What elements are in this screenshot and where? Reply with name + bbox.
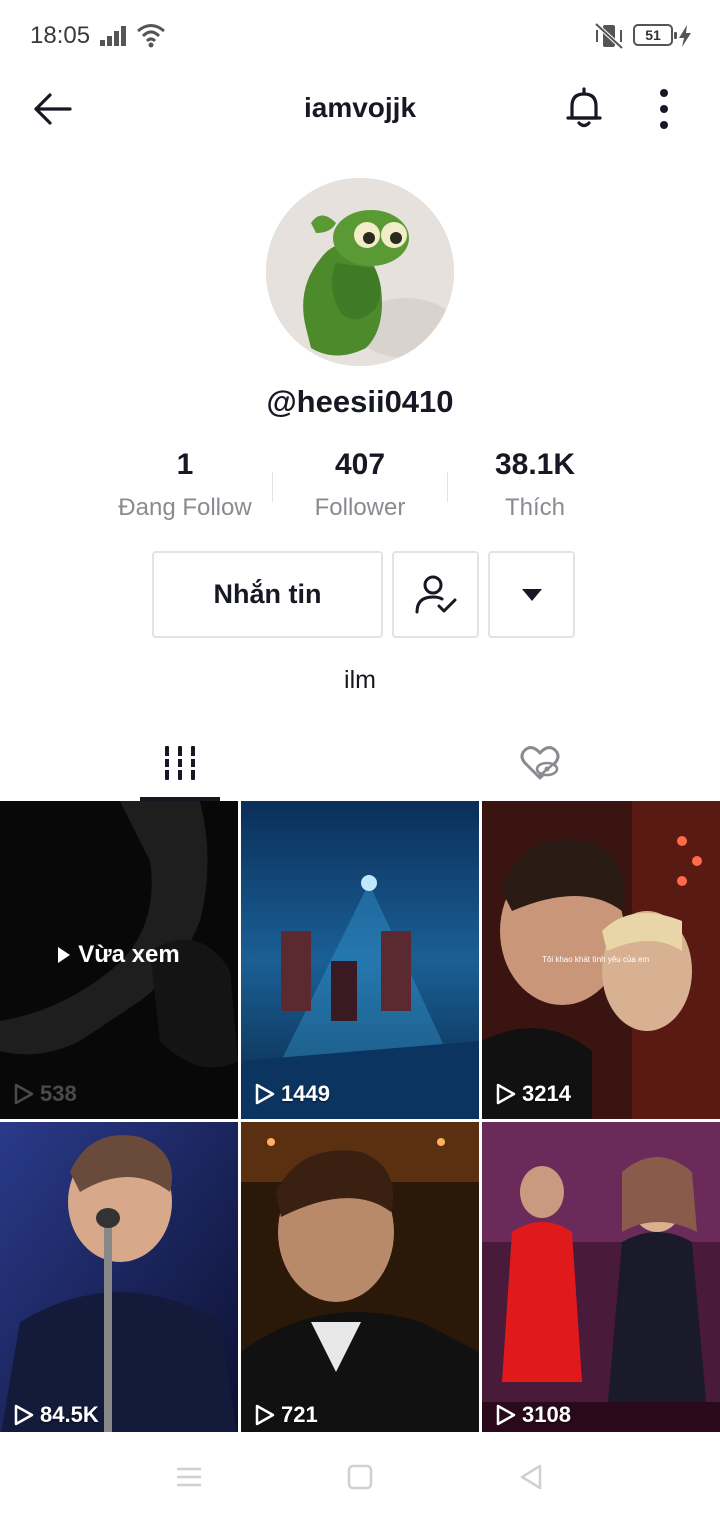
stat-label: Follower bbox=[314, 494, 406, 521]
message-button[interactable]: Nhắn tin bbox=[152, 551, 383, 638]
profile-username: @heesii0410 bbox=[266, 384, 454, 419]
view-count-value: 1449 bbox=[281, 1081, 330, 1106]
video-thumbnail bbox=[0, 1122, 238, 1440]
view-count: 3108 bbox=[496, 1402, 571, 1428]
top-header: iamvojjk bbox=[0, 72, 720, 144]
view-count: 1449 bbox=[255, 1081, 330, 1107]
view-count-value: 84.5K bbox=[40, 1402, 99, 1427]
vibrate-off-icon bbox=[594, 22, 624, 50]
suggested-accounts-dropdown[interactable] bbox=[488, 551, 575, 638]
avatar-image bbox=[266, 178, 454, 366]
system-nav-bar bbox=[0, 1432, 720, 1520]
view-count-value: 3214 bbox=[522, 1081, 571, 1106]
status-time: 18:05 bbox=[30, 22, 91, 49]
recently-watched-badge: Vừa xem bbox=[0, 941, 238, 969]
video-thumbnail bbox=[241, 1122, 479, 1440]
video-caption: Tôi khao khát tình yêu của em bbox=[542, 955, 650, 964]
video-tile[interactable]: Tôi khao khát tình yêu của em 3214 bbox=[482, 801, 720, 1119]
stat-value: 1 bbox=[176, 448, 194, 481]
view-count: 84.5K bbox=[14, 1402, 99, 1428]
view-count: 721 bbox=[255, 1402, 318, 1428]
play-outline-icon bbox=[14, 1083, 34, 1105]
more-options-icon[interactable] bbox=[646, 86, 682, 132]
profile-bio: ilm bbox=[344, 666, 376, 694]
header-title: iamvojjk bbox=[303, 92, 417, 123]
view-count-value: 721 bbox=[281, 1402, 318, 1427]
stat-value: 407 bbox=[334, 448, 386, 481]
view-count-value: 538 bbox=[40, 1081, 77, 1106]
recently-watched-label: Vừa xem bbox=[78, 941, 180, 968]
signal-icon bbox=[100, 26, 126, 46]
stat-label: Đang Follow bbox=[118, 494, 252, 521]
video-tile[interactable]: 721 bbox=[241, 1122, 479, 1440]
home-square-icon[interactable] bbox=[345, 1462, 375, 1492]
user-check-icon bbox=[415, 575, 456, 613]
view-count-value: 3108 bbox=[522, 1402, 571, 1427]
video-thumbnail bbox=[241, 801, 479, 1119]
play-outline-icon bbox=[496, 1083, 516, 1105]
stat-followers[interactable]: 407 Follower bbox=[270, 448, 450, 522]
wifi-icon bbox=[137, 24, 165, 48]
following-status-button[interactable] bbox=[392, 551, 479, 638]
tab-liked-videos[interactable] bbox=[360, 726, 720, 800]
play-outline-icon bbox=[255, 1083, 275, 1105]
play-outline-icon bbox=[255, 1404, 275, 1426]
play-icon bbox=[58, 947, 71, 963]
stat-following[interactable]: 1 Đang Follow bbox=[95, 448, 275, 522]
video-thumbnail bbox=[482, 1122, 720, 1440]
avatar[interactable] bbox=[266, 178, 454, 366]
stat-value: 38.1K bbox=[494, 448, 576, 481]
grid-bars-icon bbox=[164, 746, 196, 780]
bell-icon[interactable] bbox=[560, 84, 608, 132]
battery-indicator: 51 bbox=[633, 24, 677, 46]
video-tile[interactable]: Vừa xem 538 bbox=[0, 801, 238, 1119]
video-tile[interactable]: 3108 bbox=[482, 1122, 720, 1440]
tab-videos[interactable] bbox=[0, 726, 360, 800]
heart-hidden-icon bbox=[520, 746, 560, 780]
back-triangle-icon[interactable] bbox=[516, 1462, 546, 1492]
status-bar: 18:05 51 bbox=[0, 0, 720, 72]
menu-icon[interactable] bbox=[174, 1462, 204, 1492]
stat-likes[interactable]: 38.1K Thích bbox=[445, 448, 625, 522]
charging-icon bbox=[679, 25, 691, 47]
video-tile[interactable]: 1449 bbox=[241, 801, 479, 1119]
triangle-down-icon bbox=[521, 588, 542, 601]
play-outline-icon bbox=[496, 1404, 516, 1426]
stat-label: Thích bbox=[504, 494, 566, 521]
view-count: 3214 bbox=[496, 1081, 571, 1107]
video-tile[interactable]: 84.5K bbox=[0, 1122, 238, 1440]
play-outline-icon bbox=[14, 1404, 34, 1426]
view-count: 538 bbox=[14, 1081, 77, 1107]
